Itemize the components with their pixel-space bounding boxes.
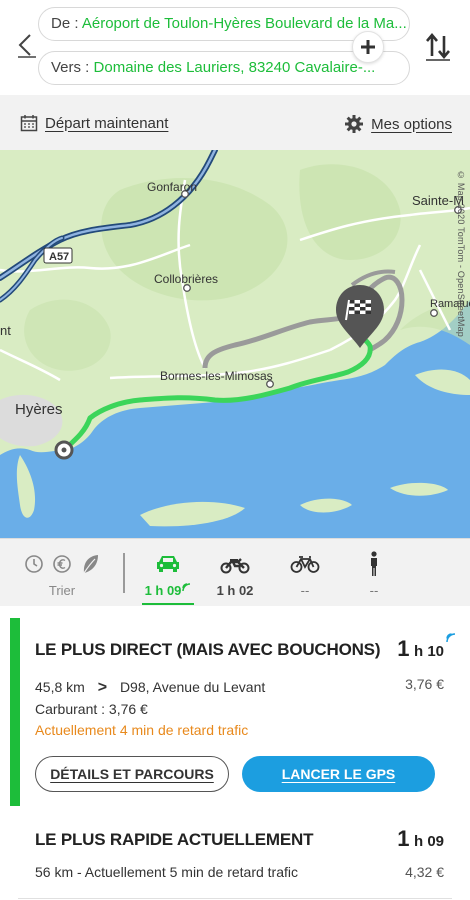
gear-icon — [345, 115, 364, 133]
destination-value: Domaine des Lauriers, 83240 Cavalaire-..… — [93, 59, 376, 76]
route-duration: 1 h 09 — [397, 826, 444, 852]
clock-icon — [25, 555, 43, 573]
map-copyright: © Map 2020 TomTom - OpenStreetMap — [456, 170, 466, 338]
route-header: De : Aéroport de Toulon-Hyères Boulevard… — [0, 0, 470, 95]
origin-value: Aéroport de Toulon-Hyères Boulevard de l… — [81, 15, 407, 32]
selected-route-indicator — [10, 618, 20, 811]
departure-time-button[interactable]: Départ maintenant — [20, 114, 168, 132]
origin-field[interactable]: De : Aéroport de Toulon-Hyères Boulevard… — [38, 7, 410, 41]
route-duration-hours: 1 — [397, 826, 410, 851]
route-title: LE PLUS RAPIDE ACTUELLEMENT — [35, 830, 314, 849]
route-title: LE PLUS DIRECT (MAIS AVEC BOUCHONS) — [35, 640, 381, 659]
route-via: D98, Avenue du Levant — [119, 679, 266, 695]
mode-separator — [123, 553, 125, 593]
sort-button[interactable]: Trier — [24, 551, 100, 598]
mode-motorbike-tab[interactable]: 1 h 02 — [205, 551, 265, 598]
route-distance: 45,8 km — [35, 679, 85, 695]
route-map[interactable]: Gonfaron A57 Collobrières Sainte-M Ramat… — [0, 150, 470, 538]
route-traffic-delay: Actuellement 4 min de retard trafic — [35, 722, 249, 738]
departure-time-label: Départ maintenant — [45, 114, 169, 132]
sort-label: Trier — [48, 583, 76, 598]
motorbike-time: 1 h 02 — [216, 583, 254, 598]
map-label-bormes: Bormes-les-Mimosas — [160, 369, 273, 383]
swap-button[interactable] — [424, 30, 452, 64]
my-options-label: Mes options — [371, 115, 452, 133]
route-card-direct[interactable]: LE PLUS DIRECT (MAIS AVEC BOUCHONS) 1 h … — [0, 606, 470, 811]
leaf-icon — [83, 555, 98, 574]
destination-label: Vers : — [51, 59, 90, 76]
route-duration-minutes: h 09 — [413, 833, 444, 850]
chevron-right-icon: > — [97, 679, 108, 696]
add-stop-button[interactable] — [352, 31, 384, 63]
car-icon — [157, 556, 179, 572]
live-traffic-icon — [182, 583, 191, 592]
pedestrian-icon — [371, 551, 377, 576]
live-traffic-icon — [446, 633, 456, 643]
route-duration-minutes: h 10 — [413, 643, 444, 660]
bicycle-icon — [290, 556, 320, 573]
route-duration-hours: 1 — [397, 636, 410, 661]
calendar-icon — [20, 115, 38, 132]
route-price: 4,32 € — [405, 864, 444, 880]
mode-walk-tab[interactable]: -- — [344, 551, 404, 598]
map-label-hyeres: Hyères — [15, 401, 63, 418]
map-label-a57: A57 — [49, 251, 69, 263]
map-canvas: Gonfaron A57 Collobrières Sainte-M Ramat… — [0, 150, 470, 538]
route-card-fastest[interactable]: LE PLUS RAPIDE ACTUELLEMENT 1 h 09 4,32 … — [0, 806, 470, 900]
chevron-left-icon — [18, 34, 36, 58]
route-fuel: Carburant : 3,76 € — [35, 701, 148, 717]
route-summary: 56 km - Actuellement 5 min de retard tra… — [35, 864, 298, 880]
my-options-button[interactable]: Mes options — [344, 114, 452, 134]
plus-icon — [361, 40, 375, 54]
route-price: 3,76 € — [405, 676, 444, 692]
euro-icon — [53, 555, 71, 573]
origin-label: De : — [51, 15, 79, 32]
options-bar: Départ maintenant Mes options — [0, 95, 470, 150]
details-button[interactable]: DÉTAILS ET PARCOURS — [35, 756, 229, 792]
swap-arrows-icon — [426, 32, 450, 61]
map-label-edge: nt — [0, 323, 11, 338]
walk-time: -- — [369, 583, 379, 598]
car-time: 1 h 09 — [144, 583, 182, 598]
mode-bike-tab[interactable]: -- — [275, 551, 335, 598]
route-divider — [18, 898, 452, 899]
map-label-collobrieres: Collobrières — [154, 272, 218, 286]
route-via-line: 45,8 km > D98, Avenue du Levant — [35, 679, 265, 697]
launch-gps-button[interactable]: LANCER LE GPS — [242, 756, 435, 792]
transport-mode-bar: Trier 1 h 09 1 h 02 -- -- — [0, 538, 470, 606]
map-label-gonfaron: Gonfaron — [147, 180, 197, 194]
back-button[interactable] — [14, 30, 40, 60]
route-duration: 1 h 10 — [397, 633, 456, 662]
bike-time: -- — [300, 583, 310, 598]
mode-car-tab[interactable]: 1 h 09 — [138, 551, 198, 605]
motorbike-icon — [220, 558, 250, 574]
